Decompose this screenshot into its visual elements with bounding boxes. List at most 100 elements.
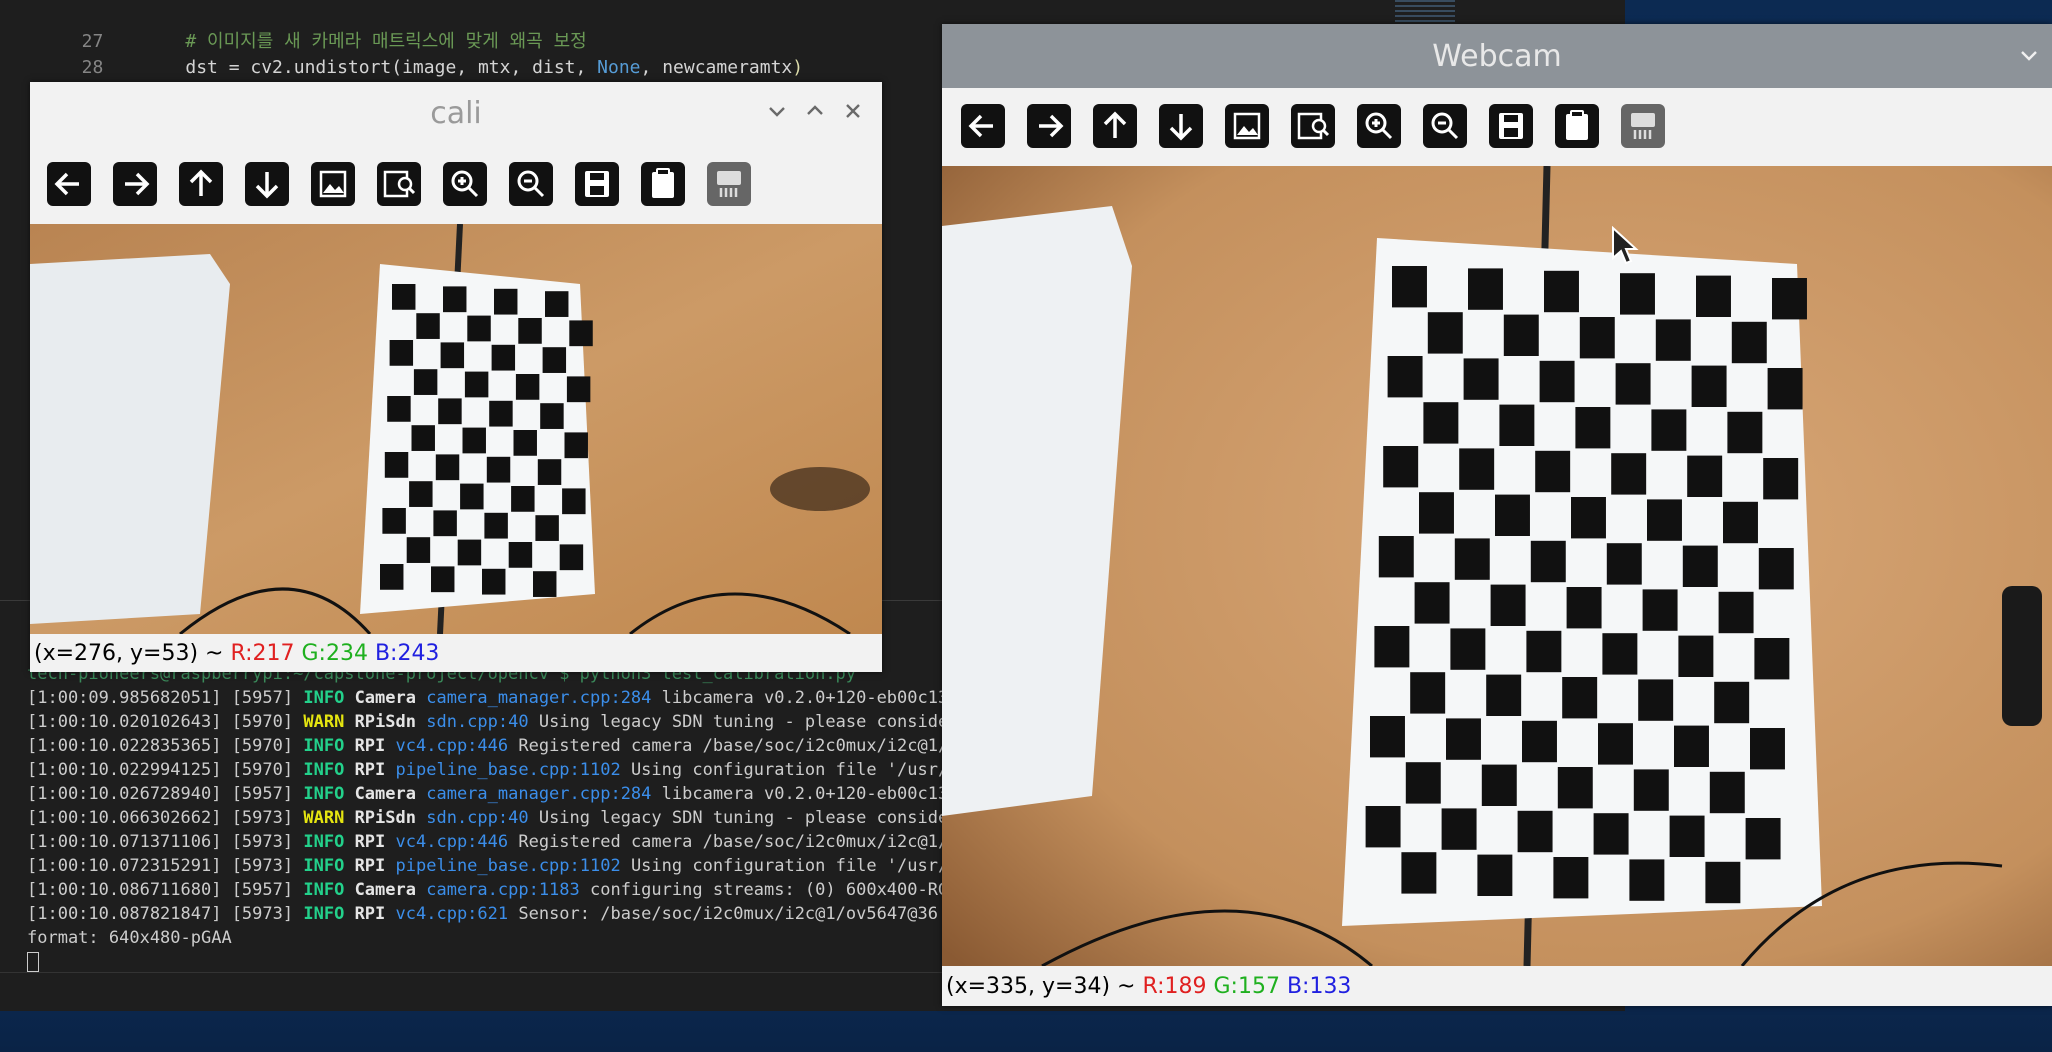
image-button[interactable]: [1222, 101, 1272, 151]
cali-titlebar[interactable]: cali: [30, 82, 882, 144]
arrow-right-button[interactable]: [1024, 101, 1074, 151]
image-search-button[interactable]: [1288, 101, 1338, 151]
log-file: sdn.cpp:40: [426, 808, 529, 828]
log-level: INFO: [303, 688, 345, 708]
log-msg: Using configuration file '/usr/s: [620, 856, 959, 876]
save-button[interactable]: [1486, 101, 1536, 151]
zoom-out-icon: [1423, 104, 1467, 148]
webcam-titlebar[interactable]: Webcam: [942, 24, 2052, 88]
log-mod: Camera: [354, 784, 416, 804]
arrow-down-icon: [245, 162, 289, 206]
chevron-down-icon: [2021, 51, 2037, 61]
image-search-icon: [1291, 104, 1335, 148]
webcam-toolbar: [942, 88, 2052, 164]
cali-window-title: cali: [430, 95, 482, 131]
log-msg: Using legacy SDN tuning - please conside…: [528, 712, 959, 732]
cali-frame-image: [30, 224, 882, 634]
webcam-frame-image: [942, 166, 2052, 966]
log-file: pipeline_base.cpp:1102: [395, 760, 621, 780]
properties-button[interactable]: [1618, 101, 1668, 151]
arrow-up-icon: [179, 162, 223, 206]
image-button[interactable]: [308, 159, 358, 209]
close-button[interactable]: [838, 96, 868, 126]
clipboard-icon: [1555, 104, 1599, 148]
log-ts: [1:00:10.072315291] [5973]: [27, 856, 294, 876]
log-msg: Registered camera /base/soc/i2c0mux/i2c@…: [508, 736, 959, 756]
log-level: WARN: [303, 712, 345, 732]
log-mod: RPiSdn: [354, 808, 416, 828]
log-file: vc4.cpp:621: [395, 904, 509, 924]
cali-window[interactable]: cali (x=276, y=53) ~ R:217 G:234 B:243: [30, 82, 882, 672]
log-ts: [1:00:09.985682051] [5957]: [27, 688, 294, 708]
arrow-left-icon: [47, 162, 91, 206]
image-search-button[interactable]: [374, 159, 424, 209]
webcam-statusbar: (x=335, y=34) ~ R:189 G:157 B:133: [942, 966, 2052, 1006]
log-level: INFO: [303, 784, 345, 804]
log-level: INFO: [303, 904, 345, 924]
log-level: INFO: [303, 880, 345, 900]
status-coords: (x=335, y=34) ~: [946, 973, 1143, 999]
arrow-left-button[interactable]: [958, 101, 1008, 151]
log-msg: libcamera v0.2.0+120-eb00c13c: [651, 784, 959, 804]
cali-image[interactable]: [30, 224, 882, 634]
log-ts: [1:00:10.020102643] [5970]: [27, 712, 294, 732]
clipboard-button[interactable]: [638, 159, 688, 209]
arrow-down-button[interactable]: [242, 159, 292, 209]
log-level: INFO: [303, 832, 345, 852]
webcam-window-title: Webcam: [1432, 38, 1562, 74]
log-mod: RPI: [354, 904, 386, 924]
image-icon: [311, 162, 355, 206]
log-level: INFO: [303, 856, 345, 876]
log-level: INFO: [303, 760, 345, 780]
log-file: pipeline_base.cpp:1102: [395, 856, 621, 876]
log-file: vc4.cpp:446: [395, 832, 509, 852]
log-msg: Sensor: /base/soc/i2c0mux/i2c@1/ov5647@3…: [508, 904, 959, 924]
minimize-button[interactable]: [762, 96, 792, 126]
log-mod: RPI: [354, 760, 386, 780]
maximize-button[interactable]: [800, 96, 830, 126]
log-mod: RPI: [354, 736, 386, 756]
log-ts: [1:00:10.086711680] [5957]: [27, 880, 294, 900]
image-icon: [1225, 104, 1269, 148]
save-icon: [575, 162, 619, 206]
zoom-out-button[interactable]: [506, 159, 556, 209]
log-file: camera.cpp:1183: [426, 880, 580, 900]
log-ts: [1:00:10.071371106] [5973]: [27, 832, 294, 852]
status-red: R:189: [1142, 973, 1207, 999]
image-search-icon: [377, 162, 421, 206]
zoom-out-button[interactable]: [1420, 101, 1470, 151]
zoom-in-button[interactable]: [1354, 101, 1404, 151]
zoom-in-icon: [443, 162, 487, 206]
close-icon: [846, 104, 860, 118]
webcam-menu-button[interactable]: [2014, 40, 2044, 70]
log-msg: configuring streams: (0) 600x400-RGB: [579, 880, 959, 900]
clipboard-button[interactable]: [1552, 101, 1602, 151]
arrow-left-button[interactable]: [44, 159, 94, 209]
status-red: R:217: [230, 640, 295, 666]
log-mod: Camera: [354, 688, 416, 708]
zoom-in-icon: [1357, 104, 1401, 148]
cali-statusbar: (x=276, y=53) ~ R:217 G:234 B:243: [30, 634, 882, 672]
webcam-image[interactable]: [942, 166, 2052, 966]
clipboard-icon: [641, 162, 685, 206]
save-button[interactable]: [572, 159, 622, 209]
log-ts: [1:00:10.066302662] [5973]: [27, 808, 294, 828]
arrow-up-button[interactable]: [176, 159, 226, 209]
properties-button[interactable]: [704, 159, 754, 209]
arrow-right-button[interactable]: [110, 159, 160, 209]
log-ts: [1:00:10.087821847] [5973]: [27, 904, 294, 924]
arrow-right-icon: [113, 162, 157, 206]
log-level: WARN: [303, 808, 345, 828]
webcam-window[interactable]: Webcam (x=335, y=34) ~ R:189 G:157 B:133: [942, 24, 2052, 1006]
chevron-up-icon: [807, 105, 823, 115]
log-mod: RPI: [354, 856, 386, 876]
save-icon: [1489, 104, 1533, 148]
log-mod: Camera: [354, 880, 416, 900]
status-coords: (x=276, y=53) ~: [34, 640, 231, 666]
log-msg: Registered camera /base/soc/i2c0mux/i2c@…: [508, 832, 959, 852]
status-blue: B:133: [1286, 973, 1352, 999]
status-green: G:234: [301, 640, 368, 666]
zoom-in-button[interactable]: [440, 159, 490, 209]
arrow-up-button[interactable]: [1090, 101, 1140, 151]
arrow-down-button[interactable]: [1156, 101, 1206, 151]
